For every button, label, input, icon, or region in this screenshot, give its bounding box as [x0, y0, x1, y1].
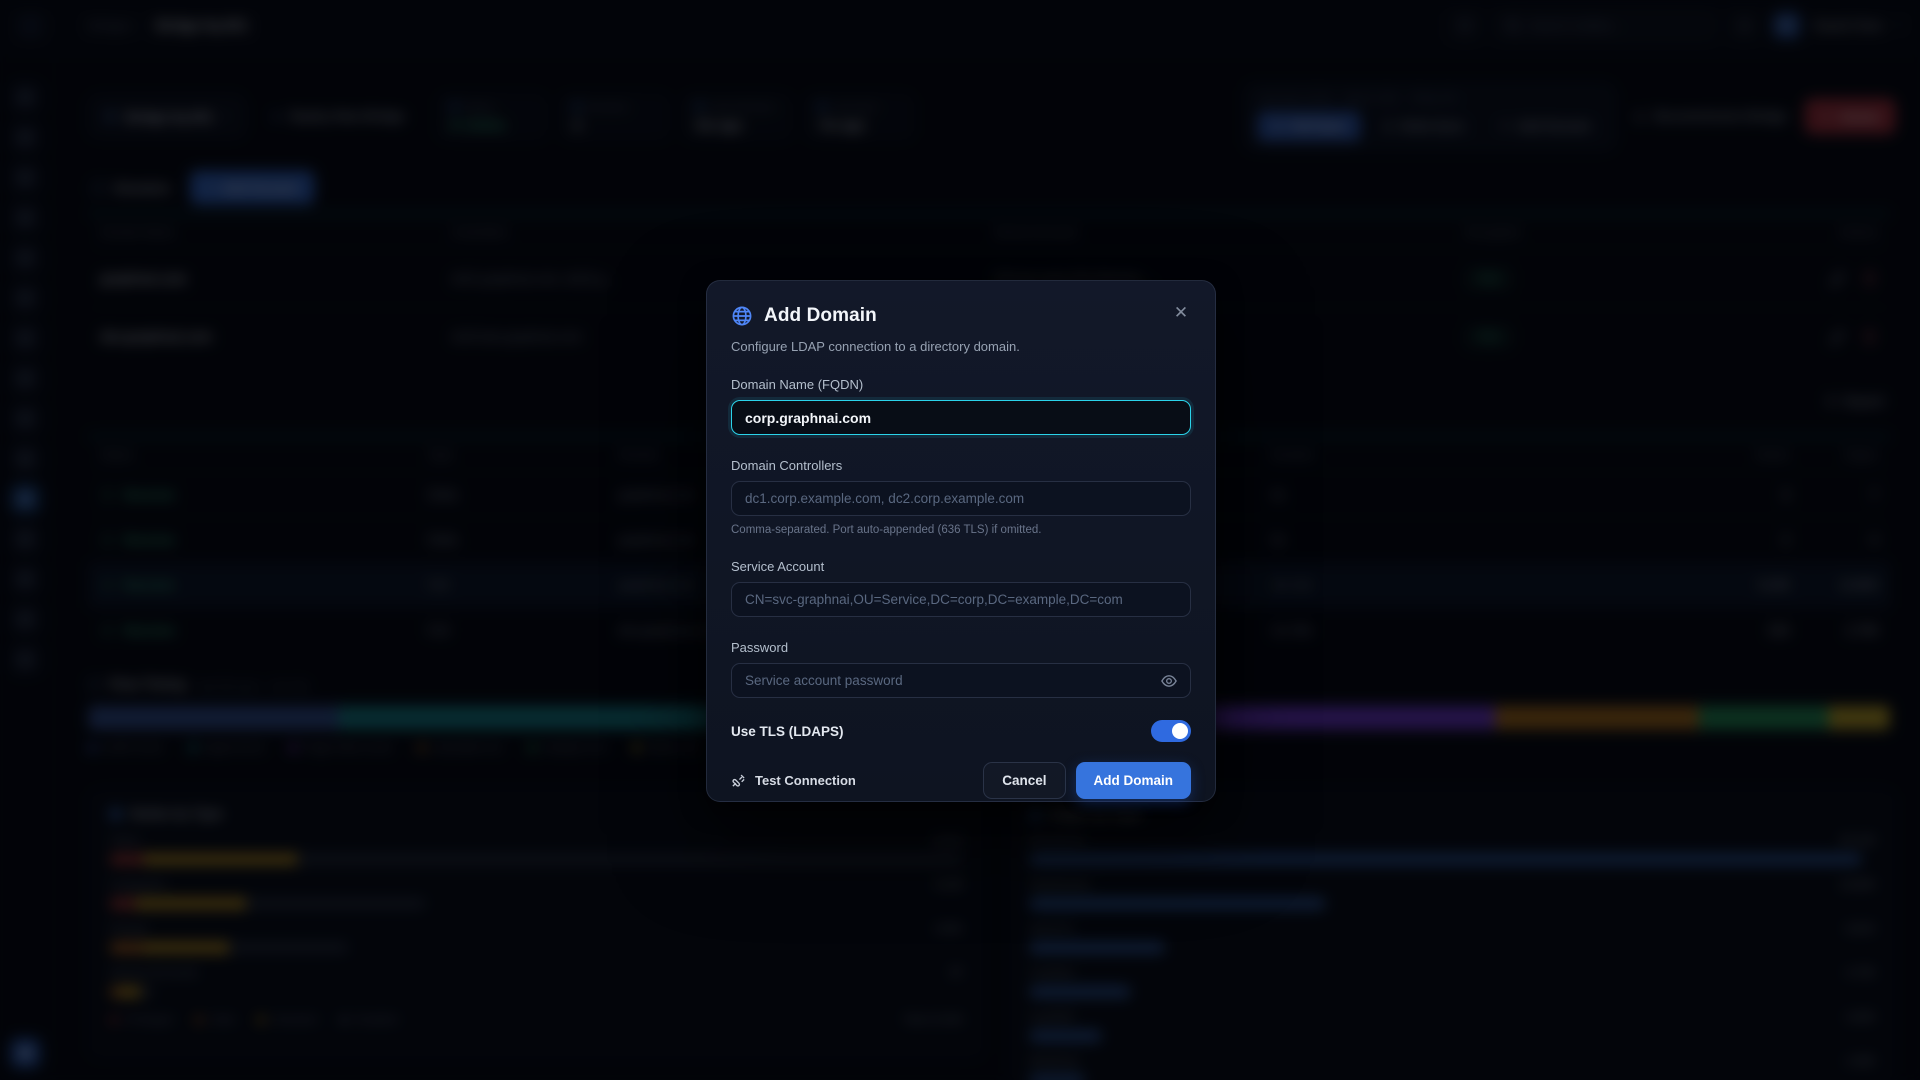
- domain-name-label: Domain Name (FQDN): [731, 377, 1191, 392]
- service-account-input[interactable]: CN=svc-graphnai,OU=Service,DC=corp,DC=ex…: [731, 582, 1191, 617]
- modal-title: Add Domain: [764, 305, 877, 327]
- toggle-knob: [1172, 723, 1188, 739]
- domain-controllers-helper: Comma-separated. Port auto-appended (636…: [731, 524, 1191, 536]
- use-tls-label: Use TLS (LDAPS): [731, 724, 844, 739]
- password-input[interactable]: Service account password: [731, 663, 1191, 698]
- eye-icon[interactable]: [1161, 673, 1177, 689]
- plug-icon: [731, 773, 746, 788]
- add-domain-modal: ✕ Add Domain Configure LDAP connection t…: [706, 280, 1216, 802]
- domain-controllers-label: Domain Controllers: [731, 458, 1191, 473]
- app-stage: Bridges / Bridge-hq-001 ⌘ Search entitie…: [0, 0, 1920, 1080]
- service-account-label: Service Account: [731, 559, 1191, 574]
- test-connection-button[interactable]: Test Connection: [731, 773, 856, 788]
- modal-subtitle: Configure LDAP connection to a directory…: [731, 339, 1191, 354]
- close-icon[interactable]: ✕: [1169, 301, 1193, 325]
- domain-controllers-input[interactable]: dc1.corp.example.com, dc2.corp.example.c…: [731, 481, 1191, 516]
- domain-name-input[interactable]: corp.graphnai.com: [731, 400, 1191, 435]
- password-label: Password: [731, 640, 1191, 655]
- cancel-button[interactable]: Cancel: [983, 762, 1065, 799]
- use-tls-toggle[interactable]: [1151, 720, 1191, 742]
- globe-icon: [731, 305, 753, 327]
- add-domain-submit-button[interactable]: Add Domain: [1076, 762, 1192, 799]
